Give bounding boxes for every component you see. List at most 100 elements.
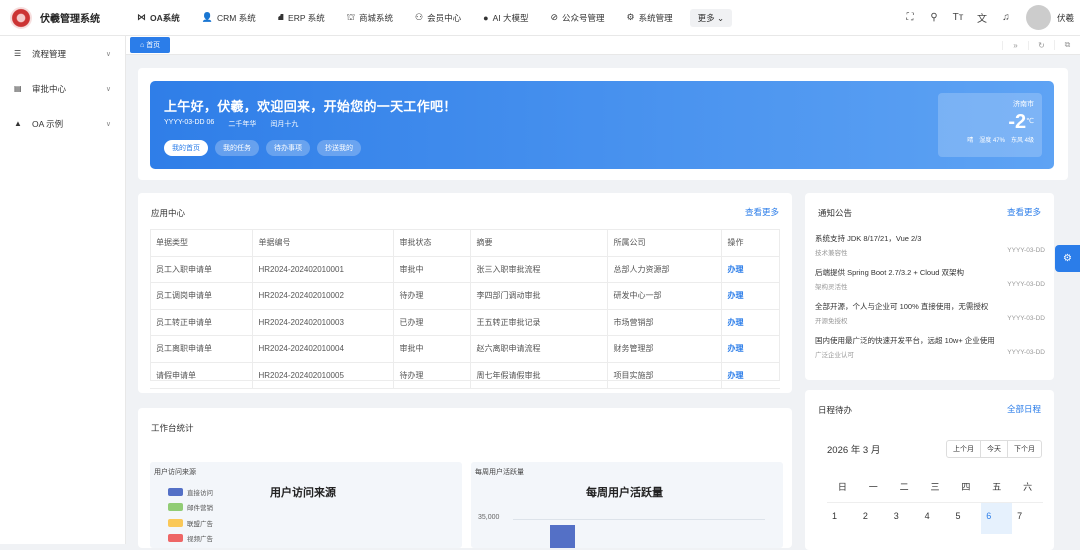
list-item[interactable]: 后端提供 Spring Boot 2.7/3.2 + Cloud 双架构架构灵活… [815,267,1045,301]
bike-icon: ⚇ [415,12,424,22]
calendar-date[interactable]: 1 [827,502,858,534]
tab-home[interactable]: ⌂ 首页 [130,37,171,53]
table-row[interactable]: 员工入职申请单 HR2024-202402010001 审批中 张三入职审批流程 总部人… [150,256,780,283]
handle-button[interactable]: 办理 [721,282,780,310]
today-button[interactable]: 今天 [981,441,1008,457]
legend-item[interactable]: 邮件营销 [168,500,213,516]
sidebar-item-label: 审批中心 [32,83,67,94]
legend-item[interactable]: 联盟广告 [168,515,213,531]
list-item[interactable]: 系统支持 JDK 8/17/21，Vue 2/3 技术兼容性 YYYY-03-DD [815,233,1045,267]
weekday-row: 日 一 二 三 四 五 六 [827,470,1043,502]
welcome-date: YYYY-03-DD 06 二千年华 闰月十九 [164,119,298,129]
handle-button[interactable]: 办理 [721,362,780,389]
table-cell: 已办理 [393,309,471,336]
refresh-icon[interactable]: ↻ [1028,40,1054,50]
weather-cond: 晴 [967,138,974,144]
chevron-down-icon: ⌄ [717,12,725,23]
notice-item-title[interactable]: 全部开源，个人与企业可 100% 直接使用，无需授权 [815,301,1045,312]
search-icon[interactable]: ⚲ [922,12,946,23]
chip-my-tasks[interactable]: 我的任务 [215,140,259,156]
calendar-date-today[interactable]: 6 [981,502,1013,534]
handle-button[interactable]: 办理 [721,335,780,363]
user-name[interactable]: 伏羲 [1057,12,1074,24]
handle-button[interactable]: 办理 [721,309,780,336]
list-item[interactable]: 全部开源，个人与企业可 100% 直接使用，无需授权 开源免授权 YYYY-03-D… [815,301,1045,335]
table-cell: 员工转正申请单 [150,309,253,336]
chip-cc-me[interactable]: 抄送我的 [317,140,361,156]
calendar-month: 2026 年 3 月 [827,445,881,456]
table-row[interactable]: 员工离职申请单 HR2024-202402010004 审批中 赵六离职申请流程 财务管… [150,335,780,363]
topnav-label: OA系统 [150,12,180,23]
stats-card: 工作台统计 用户访问来源 用户访问来源 直接访问 邮件营销 联盟广告 视频广告 … [138,408,792,548]
topnav-shop[interactable]: ⛫ 商城系统 [336,0,404,36]
sidebar-item-oa-example[interactable]: ▲ OA 示例 ∨ [0,106,125,141]
app-title: 伏羲管理系统 [40,14,100,25]
notice-more-link[interactable]: 查看更多 [1007,206,1041,218]
table-cell: 研发中心一部 [607,282,722,310]
table-cell: 项目实施部 [607,362,722,389]
bar[interactable] [550,525,575,548]
topnav-erp[interactable]: ⛘ ERP 系统 [267,0,336,36]
calendar-date[interactable]: 7 [1012,502,1044,534]
font-size-icon[interactable]: Tт [946,12,970,23]
handle-button[interactable]: 办理 [721,256,780,283]
notice-item-title[interactable]: 国内使用最广泛的快速开发平台，远超 10w+ 企业使用 [815,335,1045,346]
weather-widget: 济南市 -2℃ 晴 湿度 47% 东风 4级 [938,93,1042,157]
topnav-crm[interactable]: 👤 CRM 系统 [191,0,267,36]
weather-city: 济南市 [1013,101,1034,108]
sidebar-item-label: 流程管理 [32,48,67,59]
calendar-date[interactable]: 5 [950,502,982,534]
topnav-label: 系统管理 [638,12,673,23]
notice-item-tag: 架构灵活性 [815,284,848,291]
fullscreen-icon[interactable]: ⛶ [898,12,922,23]
quick-chips: 我的首页 我的任务 待办事项 抄送我的 [164,140,361,156]
chip-todo[interactable]: 待办事项 [266,140,310,156]
calendar-date[interactable]: 4 [919,502,951,534]
topnav-ai[interactable]: ● AI 大模型 [472,0,539,36]
settings-float-button[interactable]: ⚙ [1055,245,1080,272]
sidebar-item-process[interactable]: ☰ 流程管理 ∨ [0,36,125,71]
app-logo[interactable]: 伏羲管理系统 [0,0,126,36]
topnav-label: AI 大模型 [492,12,529,23]
topnav-system[interactable]: ⚙ 系统管理 [616,0,684,36]
schedule-more-link[interactable]: 全部日程 [1007,403,1041,415]
top-nav: ⋈ OA系统 👤 CRM 系统 ⛘ ERP 系统 ⛫ 商城系统 ⚇ 会员中心 ● AI 大模… [126,0,733,36]
erp-icon: ⛘ [277,11,285,22]
topnav-wechat[interactable]: ⊘ 公众号管理 [539,0,615,36]
table-cell: 赵六离职申请流程 [470,335,608,363]
tab-bar: ⌂ 首页 » ↻ ⧉ [126,36,1080,55]
active-chart: 每周用户活跃量 每周用户活跃量 35,000 [471,462,783,548]
weather-meta: 晴 湿度 47% 东风 4级 [946,135,1034,144]
translate-icon[interactable]: 文 [970,10,994,25]
topnav-label: ERP 系统 [288,12,325,23]
table-row[interactable]: 员工转正申请单 HR2024-202402010003 已办理 王五转正审批记录 市场营… [150,309,780,336]
more-menu-button[interactable]: 更多 ⌄ [689,8,733,27]
calendar-date[interactable]: 2 [857,502,889,534]
prev-month-button[interactable]: 上个月 [947,441,981,457]
calendar-date[interactable]: 3 [888,502,920,534]
table-row[interactable]: 请假申请单 HR2024-202402010005 待办理 周七年假请假审批 项目实施部… [150,362,780,389]
topnav-oa[interactable]: ⋈ OA系统 [126,0,191,36]
table-cell: 总部人力资源部 [607,256,722,283]
tab-tools: » ↻ ⧉ [1002,36,1080,55]
sidebar-item-approval[interactable]: ▤ 审批中心 ∨ [0,71,125,106]
list-item[interactable]: 国内使用最广泛的快速开发平台，远超 10w+ 企业使用 广泛企业认可 YYYY-03… [815,335,1045,369]
weekday-label: 四 [961,481,971,492]
app-center-more-link[interactable]: 查看更多 [745,206,779,218]
avatar[interactable] [1025,5,1051,30]
next-month-button[interactable]: 下个月 [1008,441,1041,457]
logo-icon [10,6,32,29]
bell-icon[interactable]: ♫ [994,12,1018,23]
active-chart-label: 每周用户活跃量 [475,469,524,476]
maximize-icon[interactable]: ⧉ [1054,40,1080,50]
table-row[interactable]: 员工调岗申请单 HR2024-202402010002 待办理 李四部门调动审批 研发中… [150,282,780,310]
topnav-member[interactable]: ⚇ 会员中心 [404,0,472,36]
notice-item-title[interactable]: 系统支持 JDK 8/17/21，Vue 2/3 [815,233,1045,244]
legend-item[interactable]: 直接访问 [168,484,213,500]
welcome-banner: 上午好，伏羲，欢迎回来，开始您的一天工作吧！ YYYY-03-DD 06 二千年… [150,81,1054,169]
chip-my-home[interactable]: 我的首页 [164,140,208,156]
lunar-day: 闰月十九 [270,121,299,128]
double-chevron-right-icon[interactable]: » [1002,40,1028,50]
weekday-label: 一 [868,481,878,492]
notice-item-title[interactable]: 后端提供 Spring Boot 2.7/3.2 + Cloud 双架构 [815,267,1045,278]
